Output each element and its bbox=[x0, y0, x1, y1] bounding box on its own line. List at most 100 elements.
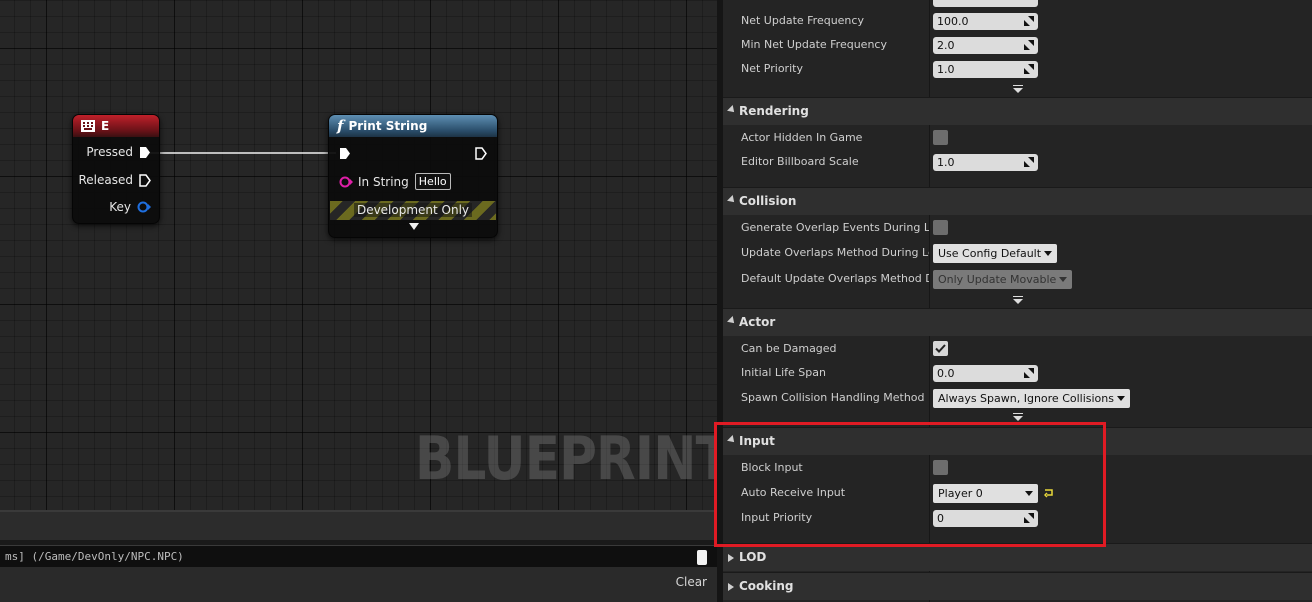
reset-to-default-icon[interactable] bbox=[1044, 488, 1054, 498]
exec-pin-empty-icon[interactable] bbox=[139, 173, 151, 187]
min-net-update-frequency-value: 2.0 bbox=[937, 39, 955, 52]
initial-life-span-value: 0.0 bbox=[937, 367, 955, 380]
spawn-collision-label: Spawn Collision Handling Method bbox=[741, 391, 925, 404]
update-overlaps-dropdown[interactable]: Use Config Default bbox=[933, 244, 1058, 263]
expand-triangle-icon bbox=[728, 554, 734, 562]
column-divider[interactable] bbox=[929, 0, 930, 602]
input-priority-value: 0 bbox=[937, 512, 944, 525]
exec-out-pin-icon[interactable] bbox=[475, 147, 487, 160]
generate-overlap-checkbox[interactable] bbox=[933, 220, 948, 235]
actor-hidden-label: Actor Hidden In Game bbox=[741, 131, 863, 144]
can-be-damaged-label: Can be Damaged bbox=[741, 342, 837, 355]
checkmark-icon bbox=[935, 344, 946, 353]
dropdown-arrow-icon bbox=[1117, 396, 1125, 401]
advanced-expand-icon[interactable] bbox=[1012, 296, 1024, 304]
net-priority-value: 1.0 bbox=[937, 63, 955, 76]
actor-hidden-checkbox[interactable] bbox=[933, 130, 948, 145]
rendering-section-header[interactable]: Rendering bbox=[723, 97, 1312, 125]
input-priority-field[interactable]: 0 bbox=[933, 510, 1038, 527]
pressed-pin-row[interactable]: Pressed bbox=[86, 145, 151, 159]
billboard-scale-label: Editor Billboard Scale bbox=[741, 155, 859, 168]
collapse-triangle-icon bbox=[727, 316, 737, 326]
auto-receive-input-label: Auto Receive Input bbox=[741, 486, 846, 499]
collapse-triangle-icon bbox=[727, 435, 737, 445]
block-input-checkbox[interactable] bbox=[933, 460, 948, 475]
log-separator bbox=[0, 510, 717, 540]
key-pin-row[interactable]: Key bbox=[109, 200, 151, 214]
in-string-pin-row[interactable]: In String Hello bbox=[339, 173, 451, 190]
dropdown-arrow-icon bbox=[1025, 491, 1033, 496]
advanced-expand-icon[interactable] bbox=[1012, 85, 1024, 93]
drag-handle-icon bbox=[1024, 64, 1034, 74]
expand-triangle-icon bbox=[728, 583, 734, 591]
in-string-input[interactable]: Hello bbox=[414, 173, 451, 190]
min-net-update-frequency-field[interactable]: 2.0 bbox=[933, 37, 1038, 54]
dropdown-arrow-icon bbox=[1044, 251, 1053, 256]
auto-receive-input-dropdown[interactable]: Player 0 bbox=[933, 484, 1038, 503]
net-update-frequency-label: Net Update Frequency bbox=[741, 14, 864, 27]
collision-section-title: Collision bbox=[739, 194, 797, 208]
billboard-scale-field[interactable]: 1.0 bbox=[933, 154, 1038, 171]
development-only-label: Development Only bbox=[353, 203, 473, 217]
input-section-header[interactable]: Input bbox=[723, 427, 1312, 455]
can-be-damaged-checkbox[interactable] bbox=[933, 341, 948, 356]
exec-pin-filled-icon[interactable] bbox=[139, 146, 151, 159]
drag-handle-icon bbox=[1024, 16, 1034, 26]
released-pin-label: Released bbox=[78, 173, 133, 187]
generate-overlap-label: Generate Overlap Events During Level bbox=[741, 221, 929, 234]
default-overlaps-dropdown: Only Update Movable bbox=[933, 270, 1073, 289]
drag-handle-icon bbox=[1024, 157, 1034, 167]
net-cull-distance-field[interactable] bbox=[933, 0, 1038, 7]
exec-in-pin-icon[interactable] bbox=[339, 147, 351, 160]
details-panel: Net Update Frequency 100.0 Min Net Updat… bbox=[723, 0, 1312, 602]
actor-section-title: Actor bbox=[739, 315, 776, 329]
block-input-label: Block Input bbox=[741, 461, 803, 474]
auto-receive-input-value: Player 0 bbox=[938, 487, 983, 500]
initial-life-span-label: Initial Life Span bbox=[741, 366, 826, 379]
spawn-collision-value: Always Spawn, Ignore Collisions bbox=[938, 392, 1114, 405]
pressed-pin-label: Pressed bbox=[86, 145, 133, 159]
exec-wire bbox=[150, 152, 336, 154]
billboard-scale-value: 1.0 bbox=[937, 156, 955, 169]
net-priority-field[interactable]: 1.0 bbox=[933, 61, 1038, 78]
struct-pin-icon[interactable] bbox=[137, 201, 151, 213]
log-scroll-thumb[interactable] bbox=[697, 550, 707, 565]
net-update-frequency-field[interactable]: 100.0 bbox=[933, 13, 1038, 30]
update-overlaps-value: Use Config Default bbox=[938, 247, 1042, 260]
min-net-update-frequency-label: Min Net Update Frequency bbox=[741, 38, 887, 51]
input-section-title: Input bbox=[739, 434, 775, 448]
advanced-expand-icon[interactable] bbox=[1012, 413, 1024, 421]
clear-button[interactable]: Clear bbox=[676, 575, 707, 589]
collision-section-header[interactable]: Collision bbox=[723, 187, 1312, 215]
log-toolbar: Clear bbox=[0, 567, 717, 602]
key-e-event-node[interactable]: E Pressed Released Key bbox=[72, 114, 160, 224]
output-log-line: ms] (/Game/DevOnly/NPC.NPC) bbox=[0, 545, 717, 567]
function-icon: f bbox=[337, 117, 344, 135]
released-pin-row[interactable]: Released bbox=[78, 173, 151, 187]
print-string-node[interactable]: f Print String In String Hello Developme… bbox=[328, 114, 498, 238]
key-node-header: E bbox=[73, 115, 159, 137]
cooking-section-header[interactable]: Cooking bbox=[723, 572, 1312, 600]
cooking-section-title: Cooking bbox=[739, 579, 794, 593]
default-overlaps-value: Only Update Movable bbox=[938, 273, 1057, 286]
drag-handle-icon bbox=[1024, 368, 1034, 378]
development-only-band: Development Only bbox=[330, 201, 496, 220]
print-node-title: Print String bbox=[348, 119, 428, 133]
drag-handle-icon bbox=[1024, 513, 1034, 523]
input-priority-label: Input Priority bbox=[741, 511, 813, 524]
net-priority-label: Net Priority bbox=[741, 62, 803, 75]
in-string-label: In String bbox=[358, 174, 409, 189]
dropdown-arrow-icon bbox=[1059, 277, 1068, 282]
net-update-frequency-value: 100.0 bbox=[937, 15, 969, 28]
spawn-collision-dropdown[interactable]: Always Spawn, Ignore Collisions bbox=[933, 389, 1130, 408]
actor-section-header[interactable]: Actor bbox=[723, 308, 1312, 336]
key-node-title: E bbox=[101, 119, 110, 133]
expand-arrow-icon[interactable] bbox=[409, 223, 419, 230]
string-pin-icon[interactable] bbox=[339, 176, 353, 188]
drag-handle-icon bbox=[1024, 40, 1034, 50]
lod-section-header[interactable]: LOD bbox=[723, 543, 1312, 571]
log-message: ms] (/Game/DevOnly/NPC.NPC) bbox=[5, 550, 184, 563]
print-node-header: f Print String bbox=[329, 115, 497, 137]
initial-life-span-field[interactable]: 0.0 bbox=[933, 365, 1038, 382]
blueprint-graph[interactable]: BLUEPRINT E Pressed Released Key f Print… bbox=[0, 0, 717, 510]
